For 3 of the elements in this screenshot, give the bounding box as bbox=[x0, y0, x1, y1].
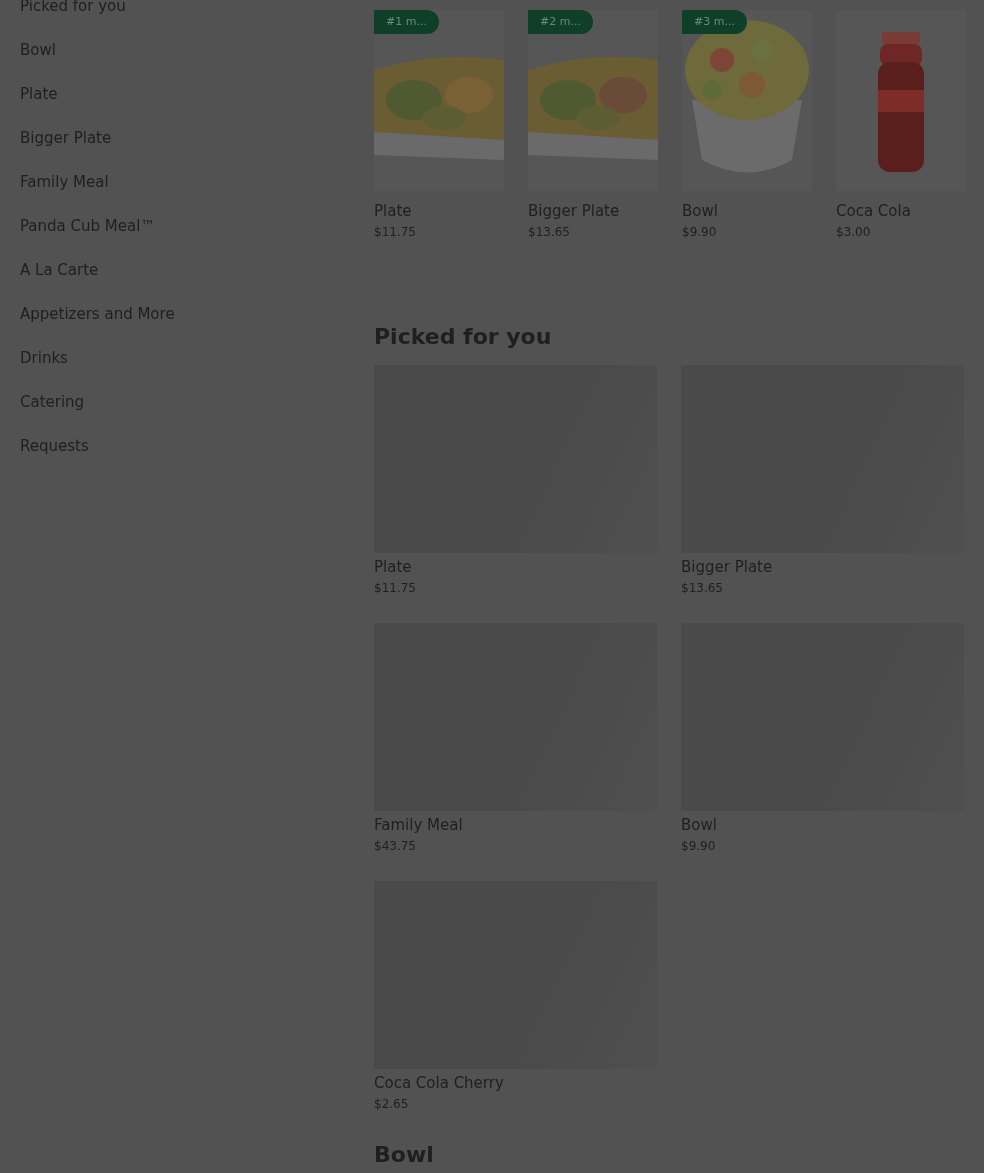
rank-badge: #1 m... bbox=[374, 10, 439, 34]
rank-badge: #2 m... bbox=[528, 10, 593, 34]
rank-badge: #3 m... bbox=[682, 10, 747, 34]
